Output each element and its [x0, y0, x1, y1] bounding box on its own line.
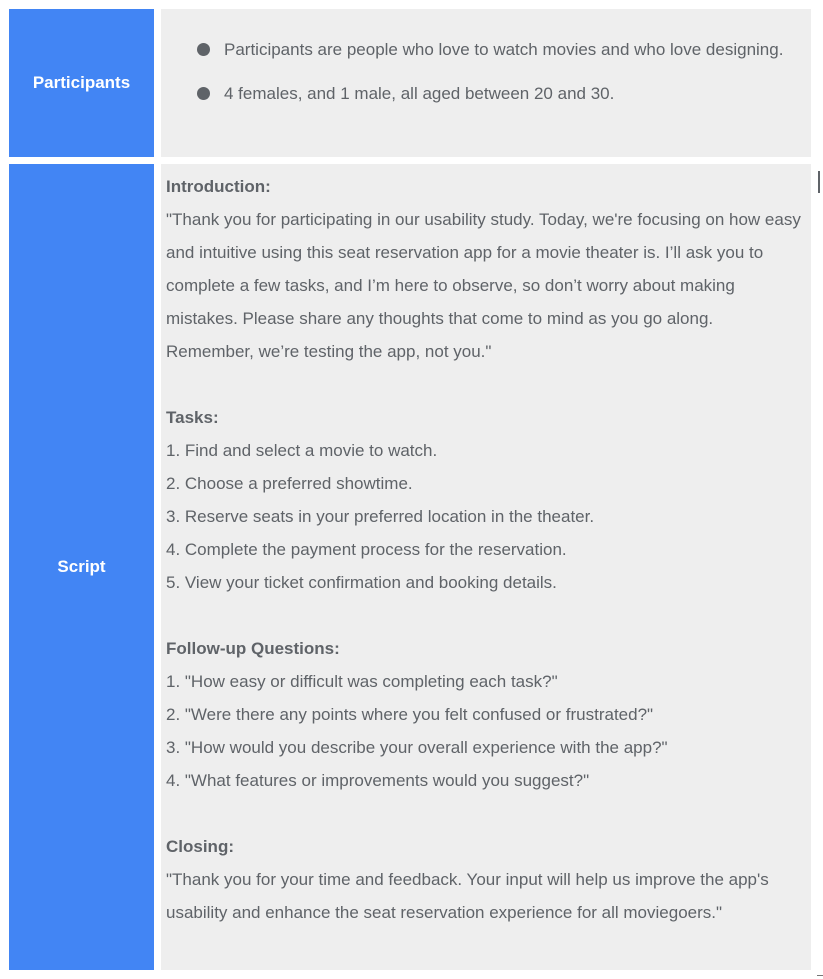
introduction-heading: Introduction: — [166, 177, 271, 196]
bullet-icon — [197, 43, 210, 56]
followup-item: 4. "What features or improvements would … — [166, 771, 590, 790]
task-item: 2. Choose a preferred showtime. — [166, 474, 413, 493]
introduction-text: "Thank you for participating in our usab… — [166, 210, 801, 361]
participants-label: Participants — [32, 73, 131, 92]
closing-heading: Closing: — [166, 837, 234, 856]
task-item: 5. View your ticket confirmation and boo… — [166, 573, 557, 592]
script-label: Script — [57, 557, 106, 576]
followup-heading: Follow-up Questions: — [166, 639, 340, 658]
task-item: 4. Complete the payment process for the … — [166, 540, 567, 559]
followup-item: 1. "How easy or difficult was completing… — [166, 672, 558, 691]
text-cursor — [818, 171, 820, 193]
bullet-icon — [197, 87, 210, 100]
participant-item-text: Participants are people who love to watc… — [224, 40, 784, 59]
tasks-heading: Tasks: — [166, 408, 219, 427]
script-content-cell[interactable]: Introduction: "Thank you for participati… — [161, 164, 811, 970]
followup-item: 2. "Were there any points where you felt… — [166, 705, 654, 724]
list-item: Participants are people who love to watc… — [197, 39, 791, 61]
task-item: 3. Reserve seats in your preferred locat… — [166, 507, 595, 526]
participant-item-text: 4 females, and 1 male, all aged between … — [224, 84, 615, 103]
task-item: 1. Find and select a movie to watch. — [166, 441, 438, 460]
participants-list: Participants are people who love to watc… — [197, 39, 791, 105]
resize-handle[interactable] — [817, 975, 823, 976]
participants-content-cell[interactable]: Participants are people who love to watc… — [161, 9, 811, 157]
participants-label-cell: Participants — [9, 9, 154, 157]
followup-item: 3. "How would you describe your overall … — [166, 738, 668, 757]
list-item: 4 females, and 1 male, all aged between … — [197, 83, 791, 105]
script-label-cell: Script — [9, 164, 154, 970]
closing-text: "Thank you for your time and feedback. Y… — [166, 870, 769, 922]
